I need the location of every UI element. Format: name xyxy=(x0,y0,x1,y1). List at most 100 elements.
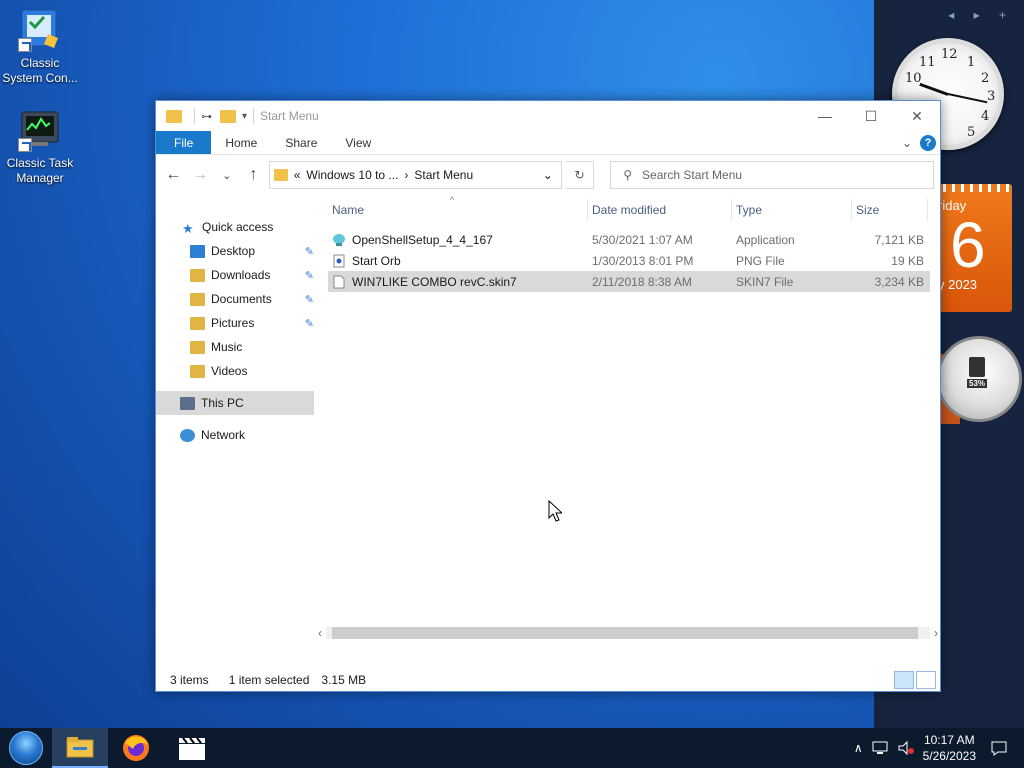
nav-documents[interactable]: Documents ✎ xyxy=(156,287,314,311)
file-explorer-icon xyxy=(66,737,94,758)
sort-ascending-icon: ^ xyxy=(450,195,455,205)
pictures-folder-icon xyxy=(190,316,205,330)
clapperboard-icon xyxy=(179,737,205,760)
control-panel-icon xyxy=(18,8,62,52)
calendar-gadget[interactable]: riday 6 y 2023 xyxy=(934,184,1012,312)
tab-view[interactable]: View xyxy=(331,131,385,154)
search-input[interactable]: ⚲ Search Start Menu xyxy=(610,161,935,189)
clock-numeral: 5 xyxy=(967,125,976,140)
address-dropdown-icon[interactable]: ⌄ xyxy=(543,168,553,182)
nav-label: Network xyxy=(201,428,246,442)
sidebar-controls[interactable]: ◂ ▸ + xyxy=(948,8,1014,22)
scroll-thumb[interactable] xyxy=(332,627,918,639)
taskbar-file-explorer[interactable] xyxy=(52,728,108,768)
column-header-type[interactable]: Type xyxy=(732,199,852,221)
action-center-button[interactable] xyxy=(984,740,1014,756)
shortcut-arrow-icon xyxy=(18,38,32,52)
forward-button[interactable]: → xyxy=(189,163,212,187)
clock-numeral: 3 xyxy=(987,89,996,104)
clock-minute-hand xyxy=(947,93,988,104)
scroll-track[interactable] xyxy=(326,627,930,639)
ribbon-tabs: File Home Share View ⌄ ? xyxy=(156,131,940,155)
nav-videos[interactable]: Videos xyxy=(156,359,314,383)
horizontal-scrollbar[interactable]: ‹ › xyxy=(318,625,938,641)
details-view-icon[interactable] xyxy=(894,671,914,689)
file-row-selected[interactable]: WIN7LIKE COMBO revC.skin7 2/11/2018 8:38… xyxy=(328,271,930,292)
navigation-pane: ★ Quick access Desktop ✎ Downloads ✎ Doc… xyxy=(156,195,314,669)
column-header-name[interactable]: Name xyxy=(328,199,588,221)
calendar-rings xyxy=(934,184,1012,192)
file-row[interactable]: Start Orb 1/30/2013 8:01 PM PNG File 19 … xyxy=(328,250,930,271)
minimize-button[interactable]: — xyxy=(802,101,848,131)
memory-gauge-icon[interactable]: 53% xyxy=(936,336,1022,422)
file-size: 19 KB xyxy=(891,253,924,268)
expand-ribbon-icon[interactable]: ⌄ xyxy=(902,136,912,150)
nav-desktop[interactable]: Desktop ✎ xyxy=(156,239,314,263)
column-header-date[interactable]: Date modified xyxy=(588,199,732,221)
scroll-right-icon[interactable]: › xyxy=(934,626,938,640)
back-button[interactable]: ← xyxy=(162,163,185,187)
nav-music[interactable]: Music xyxy=(156,335,314,359)
nav-label: This PC xyxy=(201,396,244,410)
tab-share[interactable]: Share xyxy=(271,131,331,154)
taskbar: ∧ 10:17 AM 5/26/2023 xyxy=(0,728,1024,768)
maximize-button[interactable]: ☐ xyxy=(848,101,894,131)
new-folder-icon[interactable] xyxy=(220,109,236,123)
properties-icon[interactable]: ⊶ xyxy=(201,110,212,123)
file-explorer-window[interactable]: ⊶ ▾ Start Menu — ☐ ✕ File Home Share Vie… xyxy=(155,100,941,692)
file-date: 5/30/2021 1:07 AM xyxy=(592,232,693,247)
large-icons-view-icon[interactable] xyxy=(916,671,936,689)
selection-size: 3.15 MB xyxy=(321,673,367,687)
nav-this-pc[interactable]: This PC xyxy=(156,391,314,415)
taskbar-firefox[interactable] xyxy=(108,728,164,768)
taskbar-media-app[interactable] xyxy=(164,728,220,768)
refresh-button[interactable]: ↻ xyxy=(565,161,595,189)
up-button[interactable]: ↑ xyxy=(242,163,265,187)
title-bar[interactable]: ⊶ ▾ Start Menu — ☐ ✕ xyxy=(156,101,940,131)
window-title: Start Menu xyxy=(260,109,319,123)
column-header-size[interactable]: Size xyxy=(852,199,928,221)
file-row[interactable]: OpenShellSetup_4_4_167 5/30/2021 1:07 AM… xyxy=(328,229,930,250)
clock-hour-hand xyxy=(919,82,949,96)
nav-pictures[interactable]: Pictures ✎ xyxy=(156,311,314,335)
file-type: PNG File xyxy=(736,253,785,268)
nav-quick-access[interactable]: ★ Quick access xyxy=(156,215,314,239)
file-name: WIN7LIKE COMBO revC.skin7 xyxy=(352,274,517,289)
tab-file[interactable]: File xyxy=(156,131,212,154)
network-status-icon[interactable] xyxy=(871,740,889,756)
file-name: Start Orb xyxy=(352,253,401,268)
desktop-folder-icon xyxy=(190,244,205,258)
breadcrumb-item[interactable]: Start Menu xyxy=(414,168,473,182)
music-folder-icon xyxy=(190,340,205,354)
desktop-icon-system-control[interactable]: Classic System Con... xyxy=(0,8,80,86)
firefox-icon xyxy=(123,735,149,761)
content-area: ★ Quick access Desktop ✎ Downloads ✎ Doc… xyxy=(156,195,940,669)
file-name: OpenShellSetup_4_4_167 xyxy=(352,232,493,247)
taskbar-clock[interactable]: 10:17 AM 5/26/2023 xyxy=(923,732,976,764)
file-size: 3,234 KB xyxy=(874,274,924,289)
breadcrumb-item[interactable]: Windows 10 to ... xyxy=(306,168,398,182)
file-date: 1/30/2013 8:01 PM xyxy=(592,253,694,268)
breadcrumb-overflow-icon[interactable]: « xyxy=(294,168,301,182)
help-icon[interactable]: ? xyxy=(920,134,936,151)
recent-locations-button[interactable]: ⌄ xyxy=(215,163,238,187)
breadcrumb-separator-icon[interactable]: › xyxy=(404,168,408,182)
item-count: 3 items xyxy=(170,673,209,687)
installer-icon xyxy=(333,233,345,246)
desktop-icon-task-manager[interactable]: Classic Task Manager xyxy=(0,108,80,186)
volume-muted-icon[interactable] xyxy=(897,740,915,756)
mouse-cursor-icon xyxy=(548,500,562,522)
nav-network[interactable]: Network xyxy=(156,423,314,447)
address-bar[interactable]: « Windows 10 to ... › Start Menu ⌄ xyxy=(268,161,562,189)
start-button[interactable] xyxy=(0,728,52,768)
show-hidden-icons-icon[interactable]: ∧ xyxy=(854,741,863,755)
desktop-icon-label: Classic Task Manager xyxy=(6,156,74,185)
nav-downloads[interactable]: Downloads ✎ xyxy=(156,263,314,287)
close-button[interactable]: ✕ xyxy=(894,101,940,131)
nav-label: Documents xyxy=(211,292,272,306)
tab-home[interactable]: Home xyxy=(211,131,271,154)
nav-label: Music xyxy=(211,340,243,354)
quick-access-toolbar-dropdown-icon[interactable]: ▾ xyxy=(242,111,247,122)
scroll-left-icon[interactable]: ‹ xyxy=(318,626,322,640)
documents-folder-icon xyxy=(190,292,205,306)
